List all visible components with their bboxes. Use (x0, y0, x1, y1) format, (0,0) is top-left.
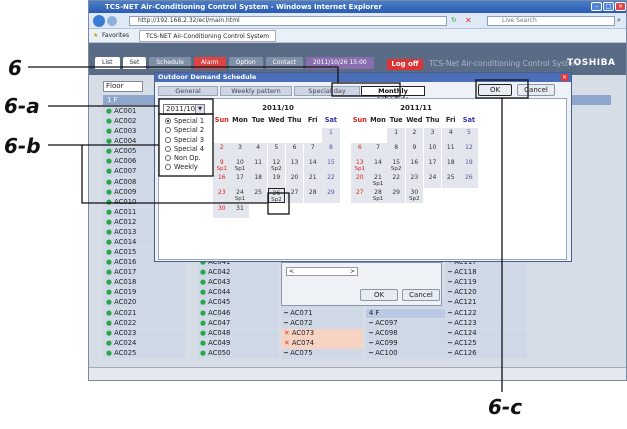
highlight-box-radios (158, 113, 214, 177)
highlight-box-tab (331, 82, 401, 97)
highlight-box-ok (475, 79, 529, 99)
highlight-box-day (267, 192, 290, 215)
annotation-overlay (28, 66, 529, 392)
highlight-box-year-select (158, 98, 214, 115)
leader-line-6b (81, 145, 268, 204)
